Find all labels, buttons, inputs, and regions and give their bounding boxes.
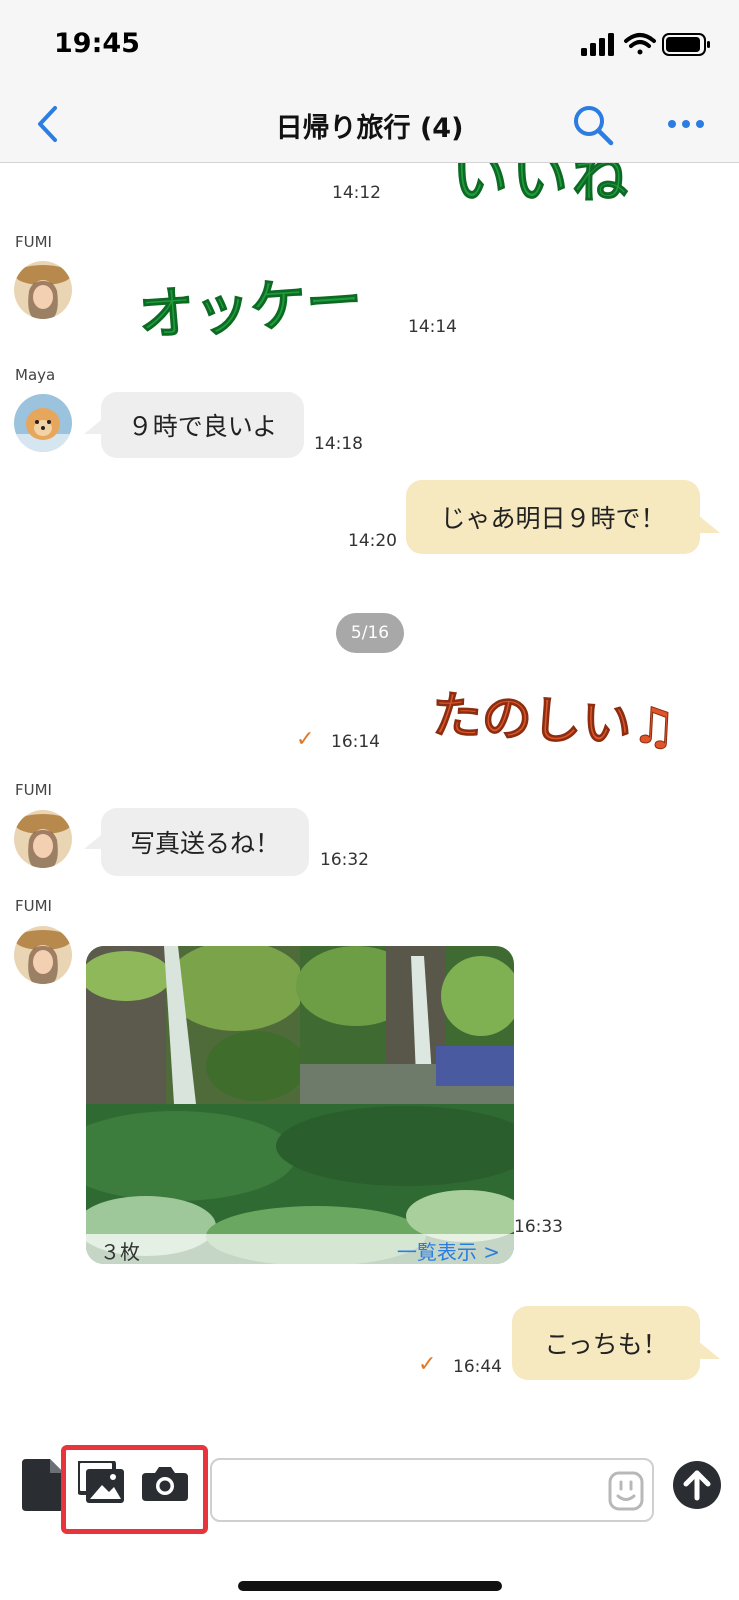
navigation-header: 19:45 日帰り旅行 (4): [0, 0, 739, 163]
message-list[interactable]: いいね 14:12 FUMI オッケー 14:14 Maya ９時で良いよ 14…: [0, 163, 739, 1423]
message-time: 16:32: [320, 850, 369, 870]
message-time: 16:33: [514, 1217, 563, 1237]
sticker-message[interactable]: いいね: [452, 163, 632, 214]
outgoing-message-bubble[interactable]: こっちも！: [512, 1306, 700, 1380]
photo-album-card[interactable]: ３枚 一覧表示 >: [86, 946, 514, 1264]
search-icon[interactable]: [572, 104, 614, 146]
bubble-tail: [698, 515, 720, 533]
chat-title: 日帰り旅行 (4): [275, 113, 464, 144]
photo-thumbnails[interactable]: [86, 946, 514, 1264]
sender-name: FUMI: [15, 233, 52, 251]
avatar[interactable]: [14, 810, 72, 868]
date-divider: 5/16: [336, 613, 404, 653]
sticker-message[interactable]: たのしい♫: [430, 675, 679, 760]
sticker-message[interactable]: オッケー: [135, 255, 365, 351]
sender-name: FUMI: [15, 897, 52, 915]
avatar[interactable]: [14, 394, 72, 452]
camera-icon[interactable]: [142, 1465, 188, 1501]
avatar[interactable]: [14, 261, 72, 319]
input-toolbar: [0, 1423, 739, 1600]
sender-name: FUMI: [15, 781, 52, 799]
status-icons: [581, 33, 710, 56]
wifi-icon: [624, 33, 656, 55]
read-check-icon: ✓: [296, 727, 315, 752]
message-time: 16:14: [331, 732, 380, 752]
message-time: 14:18: [314, 434, 363, 454]
message-time: 16:44: [453, 1357, 502, 1377]
more-options-icon[interactable]: [666, 116, 706, 132]
avatar[interactable]: [14, 926, 72, 984]
incoming-message-bubble[interactable]: ９時で良いよ: [101, 392, 304, 458]
sticker-emoji-icon[interactable]: [608, 1471, 644, 1511]
message-input[interactable]: [210, 1458, 654, 1522]
read-check-icon: ✓: [418, 1352, 437, 1377]
view-all-link[interactable]: 一覧表示 >: [397, 1236, 500, 1264]
message-time: 14:12: [332, 183, 381, 203]
message-time: 14:14: [408, 317, 457, 337]
photo-caption-bar: ３枚 一覧表示 >: [86, 1234, 514, 1264]
battery-icon: [662, 33, 710, 56]
file-icon[interactable]: [22, 1459, 64, 1511]
signal-icon: [581, 33, 614, 56]
image-gallery-icon[interactable]: [78, 1461, 124, 1503]
sender-name: Maya: [15, 366, 56, 384]
bubble-tail: [698, 1341, 720, 1359]
photo-count: ３枚: [100, 1240, 140, 1264]
incoming-message-bubble[interactable]: 写真送るね！: [101, 808, 309, 876]
outgoing-message-bubble[interactable]: じゃあ明日９時で！: [406, 480, 700, 554]
home-indicator[interactable]: [238, 1581, 502, 1591]
status-time: 19:45: [54, 28, 140, 59]
send-arrow-icon[interactable]: [672, 1460, 722, 1510]
message-time: 14:20: [348, 531, 397, 551]
